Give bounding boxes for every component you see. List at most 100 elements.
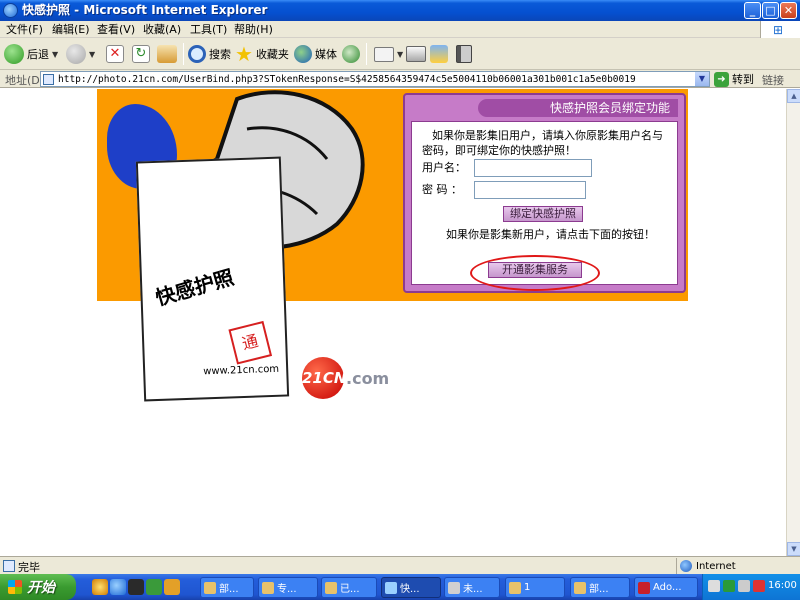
task-label: 已... (340, 584, 360, 595)
home-icon (157, 45, 177, 63)
folder-icon[interactable] (164, 579, 180, 595)
qq-icon[interactable] (92, 579, 108, 595)
task-item[interactable]: 专... (258, 577, 318, 598)
media-label: 媒体 (315, 48, 337, 61)
globe-icon (680, 560, 692, 572)
search-icon (188, 45, 206, 63)
start-button[interactable]: 开始 (0, 574, 76, 600)
forward-button[interactable]: ▼ (66, 42, 95, 66)
page-icon (43, 74, 54, 85)
card-url: www.21cn.com (203, 363, 280, 378)
bind-passport-button[interactable]: 绑定快感护照 (503, 206, 583, 222)
task-item-active[interactable]: 快... (381, 577, 441, 598)
passport-card-illustration: 快感护照 通 www.21cn.com (135, 156, 290, 402)
mail-icon (374, 46, 394, 62)
task-label: 1 (524, 582, 531, 593)
menu-file[interactable]: 文件(F) (6, 22, 43, 37)
start-label: 开始 (27, 580, 55, 596)
search-button[interactable]: 搜索 (188, 42, 231, 66)
address-input[interactable]: http://photo.21cn.com/UserBind.php3?STok… (40, 71, 710, 87)
page-done-icon (3, 560, 15, 572)
mail-button[interactable]: ▼ (374, 42, 403, 66)
chevron-down-icon[interactable]: ▼ (397, 50, 403, 59)
refresh-button[interactable]: ↻ (132, 42, 150, 66)
media-button[interactable]: 媒体 (294, 42, 337, 66)
window-icon (574, 581, 586, 594)
back-button[interactable]: 后退 ▼ (4, 42, 58, 66)
window-icon (448, 581, 460, 594)
go-arrow-icon: ➜ (714, 71, 729, 87)
password-field[interactable] (474, 181, 586, 199)
task-item[interactable]: 未... (444, 577, 500, 598)
task-label: 快... (400, 584, 420, 595)
messenger-button[interactable] (430, 42, 448, 66)
close-button[interactable]: ✕ (780, 2, 797, 19)
task-item[interactable]: 已... (321, 577, 377, 598)
red-highlight-circle (470, 255, 600, 291)
chevron-down-icon[interactable]: ▼ (695, 72, 709, 86)
address-label: 地址(D) (5, 74, 45, 87)
minimize-button[interactable]: _ (744, 2, 761, 19)
favorites-label: 收藏夹 (255, 48, 289, 61)
print-button[interactable] (406, 42, 426, 66)
windows-logo: ⊞ (760, 21, 800, 38)
network-icon[interactable] (708, 580, 720, 592)
research-button[interactable] (456, 42, 472, 66)
address-url[interactable]: http://photo.21cn.com/UserBind.php3?STok… (58, 73, 698, 86)
21cn-logo-mark: 21CN (302, 357, 346, 399)
username-field[interactable] (474, 159, 592, 177)
maximize-button[interactable]: □ (762, 2, 779, 19)
star-icon: ★ (235, 42, 253, 66)
card-title: 快感护照 (152, 265, 237, 311)
refresh-icon: ↻ (132, 45, 150, 63)
ie-icon (385, 581, 397, 594)
stamp-icon: 通 (228, 320, 273, 365)
tray-app-icon[interactable] (723, 580, 735, 592)
forward-arrow-icon (66, 44, 86, 64)
scroll-down-icon[interactable]: ▼ (787, 542, 800, 556)
media-icon (294, 45, 312, 63)
links-button[interactable]: 链接 (762, 72, 784, 88)
task-item[interactable]: Ado... (634, 577, 698, 598)
stop-button[interactable]: ✕ (106, 42, 124, 66)
password-label: 密 码 ： (422, 183, 462, 196)
desktop-icon[interactable] (146, 579, 162, 595)
task-item[interactable]: 部... (570, 577, 630, 598)
window-icon (262, 581, 274, 594)
new-user-text: 如果你是影集新用户，请点击下面的按钮！ (446, 228, 655, 241)
app-icon[interactable] (128, 579, 144, 595)
messenger-icon (430, 45, 448, 63)
taskbar: 开始 部... 专... 已... 快... 未... 1 部... Ado..… (0, 574, 800, 600)
window-icon (325, 581, 337, 594)
antivirus-icon[interactable] (753, 580, 765, 592)
status-bar: 完毕 Internet (0, 556, 800, 574)
zone-label: Internet (696, 560, 736, 572)
favorites-button[interactable]: ★ 收藏夹 (235, 42, 289, 66)
menu-edit[interactable]: 编辑(E) (52, 22, 90, 37)
menu-tools[interactable]: 工具(T) (190, 22, 227, 37)
page-content: 快感护照 通 www.21cn.com 21CN .com 快感护照会员绑定功能… (0, 89, 786, 556)
task-item[interactable]: 1 (505, 577, 565, 598)
menu-help[interactable]: 帮助(H) (234, 22, 273, 37)
chevron-down-icon[interactable]: ▼ (89, 50, 95, 59)
menu-view[interactable]: 查看(V) (97, 22, 135, 37)
back-arrow-icon (4, 44, 24, 64)
history-button[interactable] (342, 42, 360, 66)
scroll-up-icon[interactable]: ▲ (787, 89, 800, 103)
chevron-down-icon[interactable]: ▼ (52, 50, 58, 59)
volume-icon[interactable] (738, 580, 750, 592)
go-button[interactable]: ➜ 转到 (714, 71, 754, 87)
task-label: 未... (463, 584, 483, 595)
task-item[interactable]: 部... (200, 577, 254, 598)
toolbar: 后退 ▼ ▼ ✕ ↻ 搜索 ★ 收藏夹 媒体 ▼ (0, 38, 800, 70)
21cn-logo: 21CN .com (302, 357, 389, 399)
ie-icon[interactable] (110, 579, 126, 595)
menu-bar: 文件(F) 编辑(E) 查看(V) 收藏(A) 工具(T) 帮助(H) ⊞ (0, 21, 800, 38)
username-label: 用户名： (422, 161, 466, 174)
clock[interactable]: 16:00 (768, 580, 797, 591)
home-button[interactable] (157, 42, 177, 66)
menu-favorites[interactable]: 收藏(A) (143, 22, 181, 37)
vertical-scrollbar[interactable]: ▲ ▼ (786, 89, 800, 556)
title-bar[interactable]: 快感护照 - Microsoft Internet Explorer _ □ ✕ (0, 0, 800, 21)
status-text: 完毕 (18, 561, 40, 574)
